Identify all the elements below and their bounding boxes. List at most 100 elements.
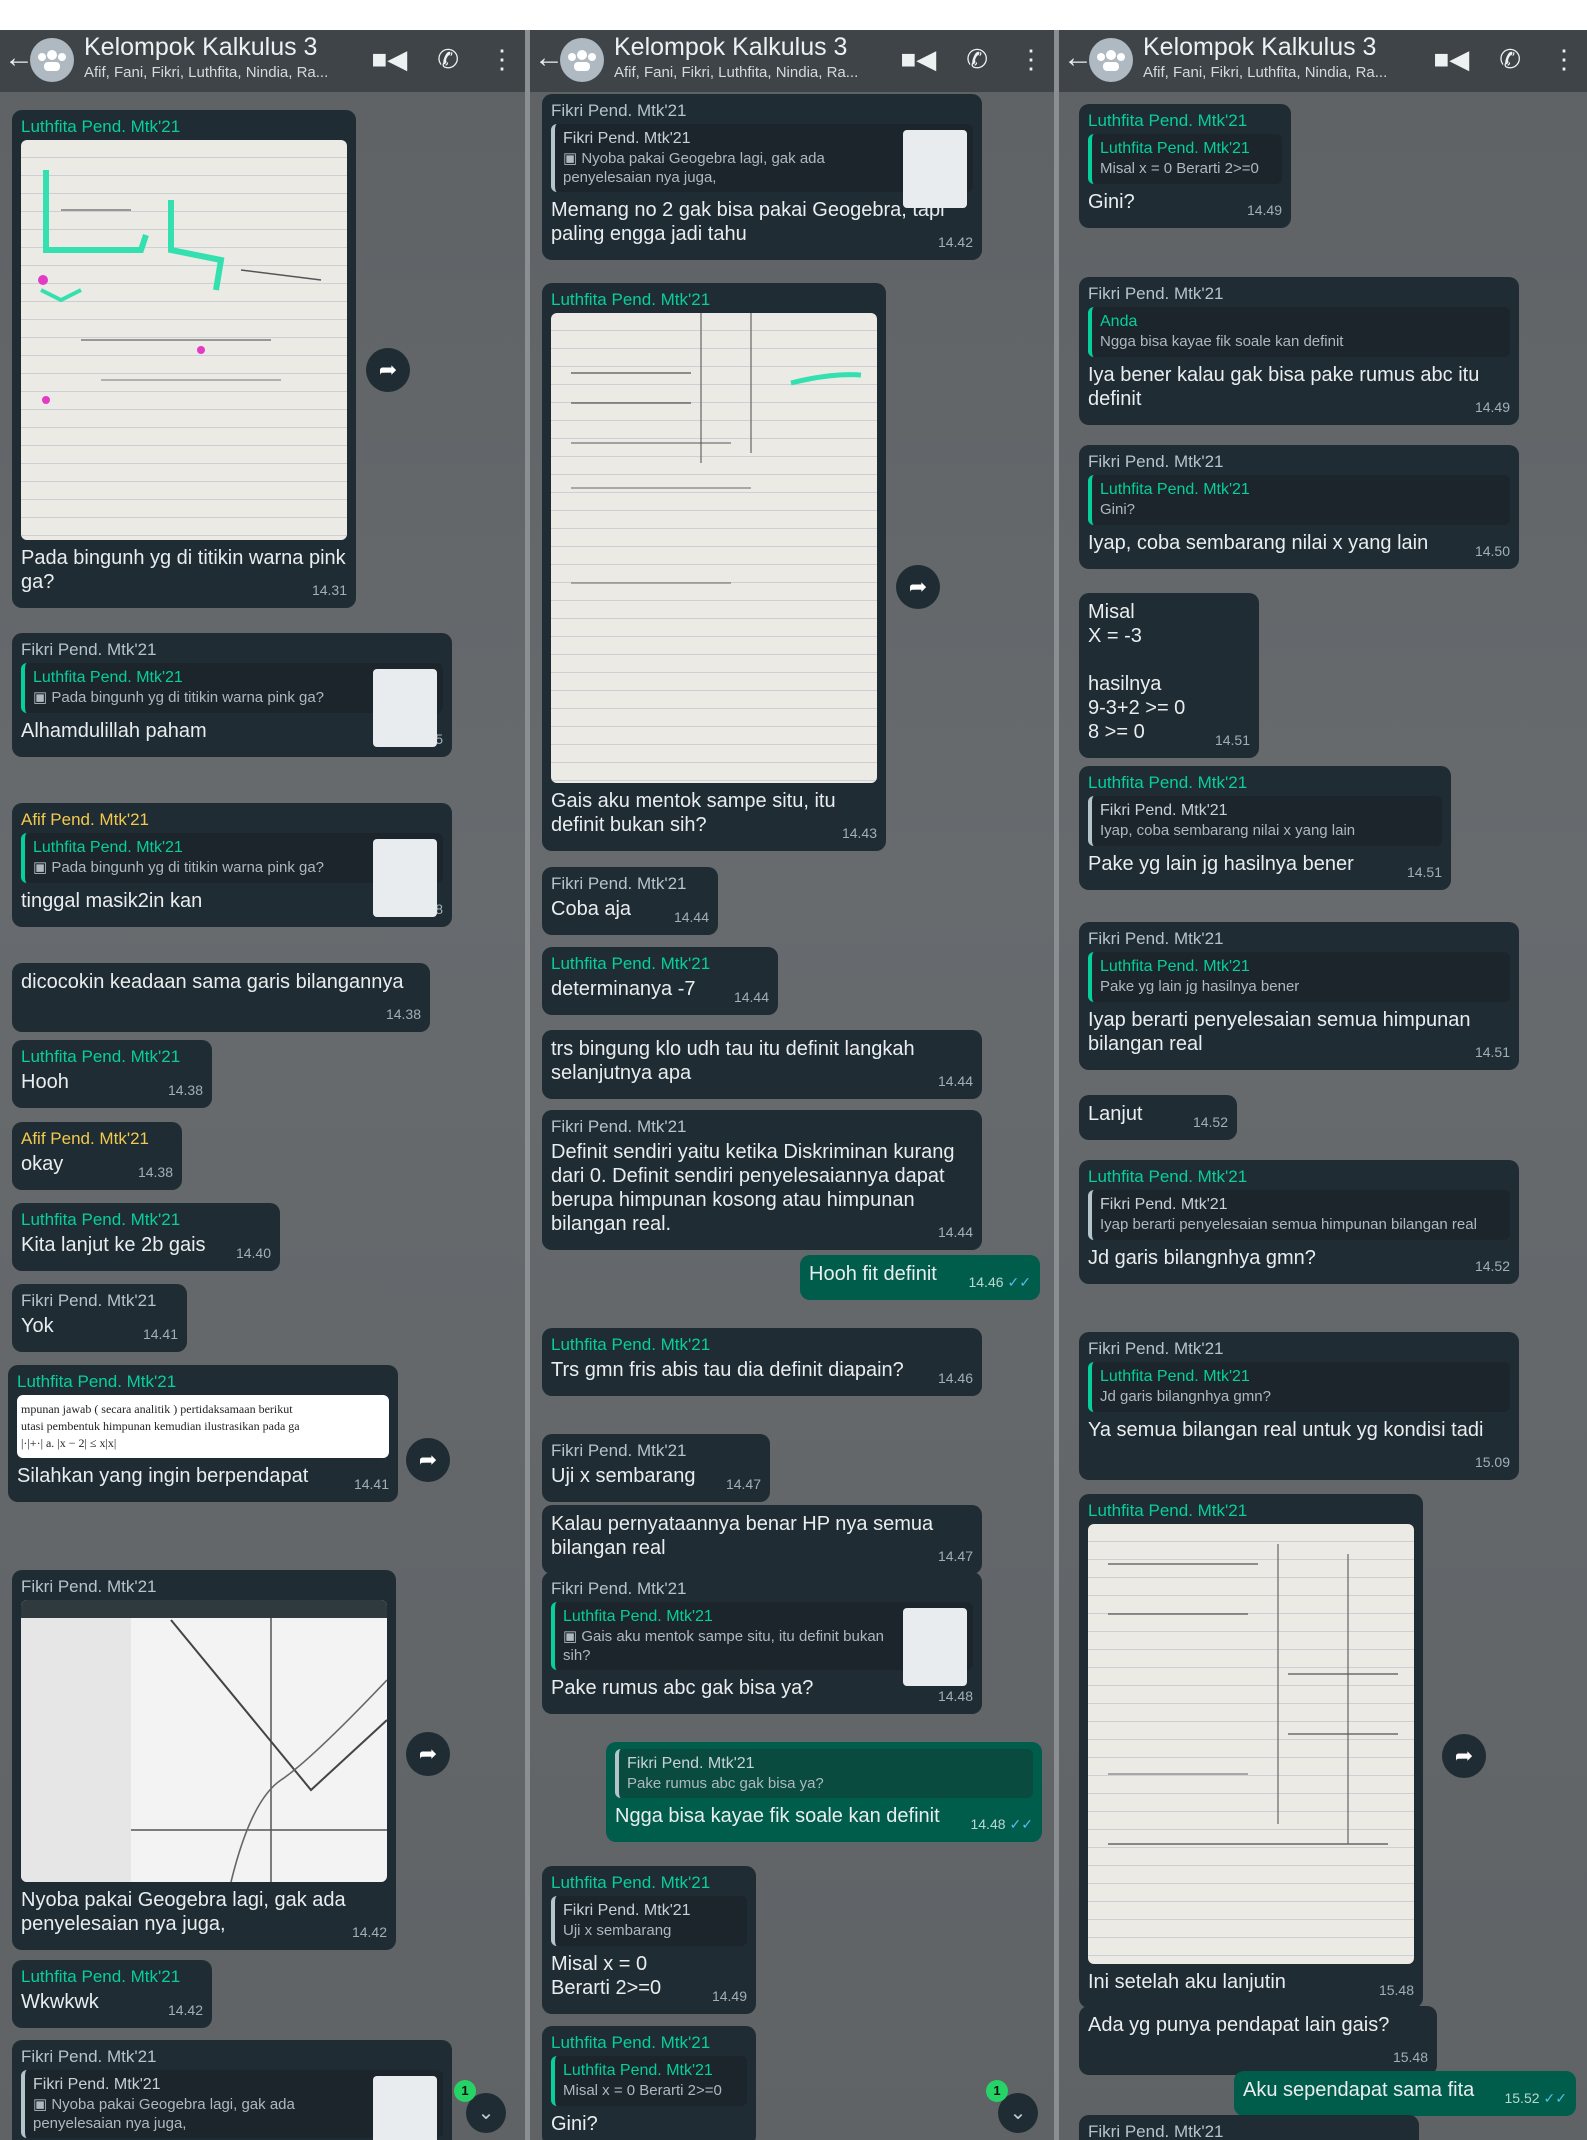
message-bubble[interactable]: Luthfita Pend. Mtk'21 Ini setelah aku la… (1079, 1494, 1423, 2008)
quoted-message[interactable]: Fikri Pend. Mtk'21 ▣ Nyoba pakai Geogebr… (21, 2070, 443, 2140)
message-bubble[interactable]: Luthfita Pend. Mtk'21 Fikri Pend. Mtk'21… (1079, 766, 1451, 890)
quoted-message[interactable]: Fikri Pend. Mtk'21 Pake rumus abc gak bi… (615, 1749, 1033, 1798)
message-bubble[interactable]: Luthfita Pend. Mtk'21 mpunan jawab ( sec… (8, 1365, 398, 1502)
quoted-message[interactable]: Luthfita Pend. Mtk'21 Misal x = 0 Berart… (1088, 134, 1282, 184)
photo-attachment[interactable] (551, 313, 877, 783)
message-bubble[interactable]: Fikri Pend. Mtk'21 Anda Ngga bisa kayae … (1079, 277, 1519, 425)
message-bubble[interactable]: Luthfita Pend. Mtk'21 Luthfita Pend. Mtk… (542, 2026, 756, 2140)
message-bubble[interactable]: Luthfita Pend. Mtk'21 Kita lanjut ke 2b … (12, 1203, 280, 1271)
message-bubble[interactable]: trs bingung klo udh tau itu definit lang… (542, 1030, 982, 1099)
message-bubble[interactable]: Luthfita Pend. Mtk'21 Hooh 14.38 (12, 1040, 212, 1108)
message-time: 14.42 (167, 2002, 203, 2018)
quoted-message[interactable]: Fikri Pend. Mtk'21 ▣ Nyoba pakai Geogebr… (551, 124, 973, 208)
message-bubble[interactable]: Luthfita Pend. Mtk'21 Trs gmn fris abis … (542, 1328, 982, 1396)
forward-icon[interactable]: ➦ (366, 348, 410, 392)
message-time: 14.51 (1214, 732, 1250, 748)
quoted-message[interactable]: Luthfita Pend. Mtk'21 Jd garis bilangnhy… (1088, 1362, 1510, 1412)
message-bubble[interactable]: Luthfita Pend. Mtk'21 determinanya -7 14.… (542, 947, 778, 1015)
message-bubble[interactable]: Kalau pernyataannya benar HP nya semua b… (542, 1505, 982, 1574)
forward-icon[interactable]: ➦ (896, 565, 940, 609)
chat-panel-1: ← Kelompok Kalkulus 3 Afif, Fani, Fikri,… (0, 30, 525, 2140)
quoted-message[interactable]: Anda Ngga bisa kayae fik soale kan defin… (1088, 307, 1510, 357)
message-bubble-outgoing[interactable]: Hooh fit definit 14.46 ✓✓ (800, 1255, 1040, 1300)
group-avatar-icon[interactable] (30, 38, 74, 82)
message-bubble[interactable]: Luthfita Pend. Mtk'21 Fikri Pend. Mtk'21… (542, 1866, 756, 2014)
message-bubble[interactable]: Fikri Pend. Mtk'21 Definit sendiri yaitu… (542, 1110, 982, 1250)
quoted-thumbnail (903, 130, 967, 208)
quoted-message[interactable]: Luthfita Pend. Mtk'21 ▣ Pada bingunh yg … (21, 663, 443, 747)
message-bubble[interactable]: Fikri Pend. Mtk'21 Fikri Pend. Mtk'21 ▣ … (12, 2040, 452, 2140)
chat-title[interactable]: Kelompok Kalkulus 3 (84, 32, 317, 62)
forward-icon[interactable]: ➦ (1442, 1734, 1486, 1778)
message-time: 14.38 (167, 1082, 203, 1098)
message-bubble[interactable]: Fikri Pend. Mtk'21 Yok 14.41 (12, 1284, 187, 1352)
message-bubble[interactable]: Fikri Pend. Mtk'21 Coba aja 14.44 (542, 867, 718, 935)
more-options-icon[interactable]: ⋮ (1018, 44, 1044, 74)
message-time: 14.50 (1474, 543, 1510, 559)
message-bubble[interactable]: Fikri Pend. Mtk'21 Luthfita Pend. Mtk'21… (12, 633, 452, 757)
message-time: 14.46 (937, 1370, 973, 1386)
message-bubble[interactable]: Misal X = -3 hasilnya 9-3+2 >= 0 8 >= 0 1… (1079, 593, 1259, 758)
message-bubble[interactable]: Afif Pend. Mtk'21 okay 14.38 (12, 1122, 182, 1190)
message-bubble[interactable]: Fikri Pend. Mtk'21 Luthfita Pend. Mtk'21… (1079, 445, 1519, 569)
forward-icon[interactable]: ➦ (406, 1732, 450, 1776)
geogebra-screenshot[interactable] (21, 1600, 387, 1882)
group-avatar-icon[interactable] (560, 38, 604, 82)
voice-call-icon[interactable]: ✆ (437, 44, 459, 74)
quoted-message[interactable]: Fikri Pend. Mtk'21 Uji x sembarang (551, 1896, 747, 1946)
message-text: Kita lanjut ke 2b gais (21, 1234, 206, 1256)
message-bubble[interactable]: Fikri Pend. Mtk'21 Uji x sembarang 14.47 (542, 1434, 770, 1502)
chat-members[interactable]: Afif, Fani, Fikri, Luthfita, Nindia, Ra.… (1143, 64, 1387, 82)
message-bubble[interactable]: Fikri Pend. Mtk'21 Luthfita Pend. Mtk'21… (542, 1572, 982, 1714)
photo-attachment[interactable] (1088, 1524, 1414, 1964)
message-bubble[interactable]: dicocokin keadaan sama garis bilangannya… (12, 963, 430, 1032)
chat-title[interactable]: Kelompok Kalkulus 3 (614, 32, 847, 62)
message-bubble-outgoing[interactable]: Fikri Pend. Mtk'21 Pake rumus abc gak bi… (606, 1742, 1042, 1842)
photo-icon (38, 170, 322, 404)
message-bubble[interactable]: Fikri Pend. Mtk'21 Fikri Pend. Mtk'21 ▣ … (542, 94, 982, 260)
quoted-message[interactable]: Luthfita Pend. Mtk'21 Gini? (1088, 475, 1510, 525)
voice-call-icon[interactable]: ✆ (966, 44, 988, 74)
message-bubble[interactable]: Luthfita Pend. Mtk'21 Pada bingunh yg di… (12, 110, 356, 608)
quoted-message[interactable]: Fikri Pend. Mtk'21 Iyap berarti penyeles… (1088, 1190, 1510, 1240)
message-bubble[interactable]: Afif Pend. Mtk'21 Luthfita Pend. Mtk'21 … (12, 803, 452, 927)
quoted-message[interactable]: Luthfita Pend. Mtk'21 ▣ Pada bingunh yg … (21, 833, 443, 917)
more-options-icon[interactable]: ⋮ (1551, 44, 1577, 74)
message-bubble-outgoing[interactable]: Aku sependapat sama fita 15.52 ✓✓ (1234, 2071, 1576, 2116)
video-call-icon[interactable]: ■◀ (1434, 44, 1470, 74)
message-bubble[interactable]: Luthfita Pend. Mtk'21 Luthfita Pend. Mtk… (1079, 104, 1291, 228)
quoted-message[interactable]: Fikri Pend. Mtk'21 Iyap, coba sembarang … (1088, 796, 1442, 846)
video-call-icon[interactable]: ■◀ (901, 44, 937, 74)
quoted-text: Uji x sembarang (563, 1922, 672, 1939)
forward-icon[interactable]: ➦ (406, 1438, 450, 1482)
group-avatar-icon[interactable] (1089, 38, 1133, 82)
voice-call-icon[interactable]: ✆ (1499, 44, 1521, 74)
message-bubble[interactable]: Fikri Pend. Mtk'21 Luthfita Pend. Mtk'21… (1079, 922, 1519, 1070)
more-options-icon[interactable]: ⋮ (489, 44, 515, 74)
message-bubble[interactable]: Luthfita Pend. Mtk'21 Gais aku mentok sa… (542, 283, 886, 851)
quoted-message[interactable]: Luthfita Pend. Mtk'21 Misal x = 0 Berart… (551, 2056, 747, 2106)
message-time: 14.47 (725, 1476, 761, 1492)
quoted-message[interactable]: Luthfita Pend. Mtk'21 ▣ Gais aku mentok … (551, 1602, 973, 1686)
document-image[interactable]: mpunan jawab ( secara analitik ) pertida… (17, 1395, 389, 1458)
message-time: 14.40 (235, 1245, 271, 1261)
chat-members[interactable]: Afif, Fani, Fikri, Luthfita, Nindia, Ra.… (84, 64, 328, 82)
chat-title[interactable]: Kelompok Kalkulus 3 (1143, 32, 1376, 62)
chat-header: ← Kelompok Kalkulus 3 Afif, Fani, Fikri,… (0, 30, 525, 92)
message-bubble[interactable]: Fikri Pend. Mtk'21 Luthfita Pend. Mtk'21… (1079, 1332, 1519, 1480)
message-bubble[interactable]: Luthfita Pend. Mtk'21 Fikri Pend. Mtk'21… (1079, 1160, 1519, 1284)
message-bubble[interactable]: Luthfita Pend. Mtk'21 Wkwkwk 14.42 (12, 1960, 212, 2028)
message-text: dicocokin keadaan sama garis bilangannya (21, 971, 404, 993)
photo-icon: ▣ (33, 689, 52, 706)
quoted-message[interactable]: Luthfita Pend. Mtk'21 Pake yg lain jg ha… (1088, 952, 1510, 1002)
chat-members[interactable]: Afif, Fani, Fikri, Luthfita, Nindia, Ra.… (614, 64, 858, 82)
message-bubble[interactable]: Fikri Pend. Mtk'21 Nyoba pakai Geogebra … (12, 1570, 396, 1950)
photo-attachment[interactable] (21, 140, 347, 540)
message-bubble[interactable]: Fikri Pend. Mtk'21 (1079, 2115, 1419, 2140)
video-call-icon[interactable]: ■◀ (372, 44, 408, 74)
message-bubble[interactable]: Lanjut 14.52 (1079, 1095, 1237, 1140)
quoted-sender: Fikri Pend. Mtk'21 (563, 1902, 691, 1919)
quoted-sender: Luthfita Pend. Mtk'21 (1100, 1368, 1250, 1385)
message-bubble[interactable]: Ada yg punya pendapat lain gais? 15.48 (1079, 2006, 1437, 2075)
message-text: Hooh fit definit (809, 1263, 937, 1285)
